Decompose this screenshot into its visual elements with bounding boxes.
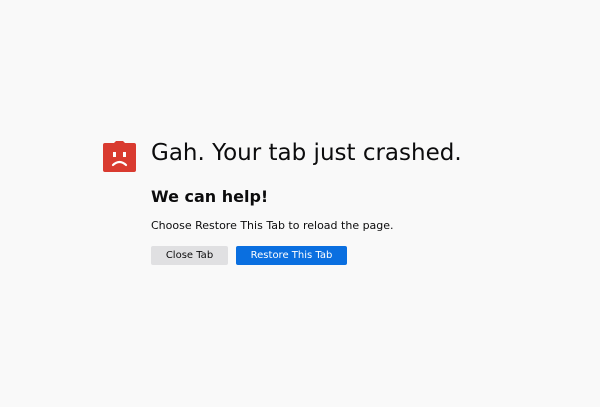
restore-tab-button[interactable]: Restore This Tab: [236, 246, 347, 265]
page-title: Gah. Your tab just crashed.: [151, 140, 462, 166]
sad-tab-icon: [103, 141, 136, 172]
page-subtitle: We can help!: [151, 187, 269, 206]
close-tab-button[interactable]: Close Tab: [151, 246, 228, 265]
instruction-text: Choose Restore This Tab to reload the pa…: [151, 219, 394, 232]
tab-crashed-page: Gah. Your tab just crashed. We can help!…: [0, 0, 600, 407]
